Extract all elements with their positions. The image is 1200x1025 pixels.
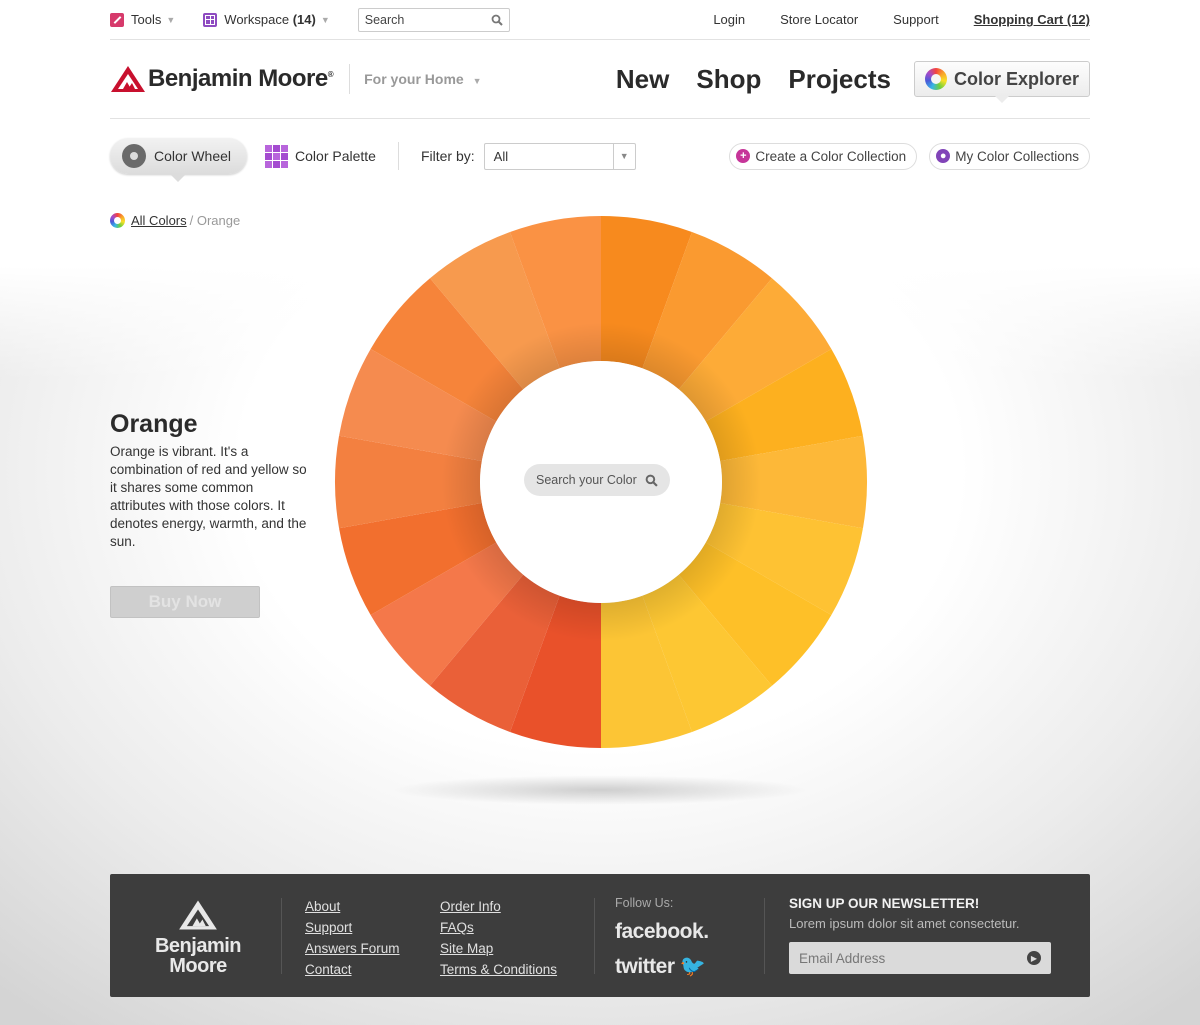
for-your-home-menu[interactable]: For your Home ▼ [364,71,481,87]
footer-links-col1: About Support Answers Forum Contact [305,896,400,980]
disc-icon [122,144,146,168]
chevron-down-icon: ▼ [472,76,482,86]
breadcrumb: All Colors / Orange [110,213,240,228]
twitter-label: twitter [615,955,675,978]
color-text: Orange is vibrant. It's a combination of… [110,444,307,549]
search-placeholder: Search [364,12,405,27]
create-collection-button[interactable]: + Create a Color Collection [729,142,918,170]
nav-shop[interactable]: Shop [696,64,761,95]
brand-name: Benjamin Moore [148,65,328,92]
footer-link-about[interactable]: About [305,896,400,917]
color-explorer-button[interactable]: Color Explorer [913,61,1090,103]
twitter-link[interactable]: twitter 🐦 [615,955,706,979]
tools-label: Tools [131,12,162,27]
filter-select[interactable]: All ▼ [483,142,636,170]
color-explorer-label: Color Explorer [953,68,1079,89]
footer-divider [594,898,595,974]
nav-new[interactable]: New [616,64,669,95]
workspace-count: (14) [292,12,316,27]
wheel-shadow [390,775,810,805]
email-placeholder: Email Address [799,950,886,966]
footer-link-support[interactable]: Support [305,917,400,938]
color-description: Orange Orange is vibrant. It's a combina… [110,410,310,551]
support-link[interactable]: Support [893,12,939,27]
chevron-down-icon: ▼ [166,14,176,25]
explorer-toolbar: Color Wheel Color Palette Filter by: All… [110,136,1090,182]
color-wheel-icon [924,68,947,90]
color-wheel-label: Color Wheel [154,148,232,164]
user-icon: ● [936,149,951,163]
color-title: Orange [110,410,198,438]
my-collections-label: My Color Collections [955,148,1079,164]
footer-link-faqs[interactable]: FAQs [440,917,557,938]
filter-value: All [493,148,509,164]
logo-triangle-icon [179,900,217,930]
footer-logo[interactable]: Benjamin Moore [148,899,248,976]
footer-link-contact[interactable]: Contact [305,959,400,980]
breadcrumb-separator: / [189,213,197,228]
chevron-down-icon: ▼ [612,143,635,169]
footer-link-terms[interactable]: Terms & Conditions [440,959,557,980]
plus-icon: + [736,149,751,163]
store-locator-link[interactable]: Store Locator [780,12,858,27]
search-input[interactable]: Search [357,7,510,32]
palette-grid-icon [265,144,289,168]
login-link[interactable]: Login [713,12,745,27]
footer-divider [281,898,282,974]
chevron-down-icon: ▼ [320,14,330,25]
shopping-cart-link[interactable]: Shopping Cart (12) [974,12,1090,27]
newsletter-title: SIGN UP OUR NEWSLETTER! [789,896,980,911]
submit-arrow-icon[interactable]: ▶ [1027,951,1041,965]
newsletter-email-input[interactable]: Email Address ▶ [789,942,1051,974]
follow-us-label: Follow Us: [615,896,674,910]
nav-projects[interactable]: Projects [788,64,891,95]
main-header: Benjamin Moore ® For your Home ▼ New Shop… [110,40,1090,119]
create-collection-label: Create a Color Collection [755,148,907,164]
tools-menu[interactable]: Tools ▼ [110,12,175,27]
color-palette-tab[interactable]: Color Palette [265,144,376,168]
workspace-label: Workspace [224,12,290,27]
buy-now-button[interactable]: Buy Now [110,586,260,618]
workspace-icon [203,12,218,27]
main-nav: New Shop Projects Color Explorer [589,61,1090,103]
footer-links-col2: Order Info FAQs Site Map Terms & Conditi… [440,896,557,980]
twitter-bird-icon: 🐦 [679,955,706,978]
filter-label: Filter by: [420,148,475,164]
brand-logo[interactable]: Benjamin Moore ® [110,65,334,93]
footer-brand-line1: Benjamin [154,935,242,957]
footer: Benjamin Moore About Support Answers For… [110,874,1090,997]
newsletter-subtitle: Lorem ipsum dolor sit amet consectetur. [789,916,1020,931]
footer-link-site-map[interactable]: Site Map [440,938,557,959]
header-divider [349,64,351,94]
color-search-placeholder: Search your Color [536,473,637,487]
pencil-icon [110,12,124,27]
search-icon [645,474,658,487]
footer-link-order-info[interactable]: Order Info [440,896,557,917]
color-wheel-icon [110,213,125,228]
footer-divider [764,898,765,974]
my-collections-button[interactable]: ● My Color Collections [929,142,1090,170]
search-icon [491,14,503,26]
utility-bar: Tools ▼ Workspace (14) ▼ Search Login St… [110,0,1090,40]
footer-brand-line2: Moore [169,955,227,977]
workspace-menu[interactable]: Workspace (14) ▼ [203,12,330,27]
color-search-input[interactable]: Search your Color [524,464,670,496]
breadcrumb-current: Orange [196,213,241,228]
color-palette-label: Color Palette [295,148,376,164]
toolbar-divider [397,142,399,170]
logo-triangle-icon [111,66,145,92]
facebook-link[interactable]: facebook. [615,920,709,944]
color-wheel-tab[interactable]: Color Wheel [110,138,248,182]
breadcrumb-all-colors[interactable]: All Colors [131,213,187,228]
footer-link-answers-forum[interactable]: Answers Forum [305,938,400,959]
